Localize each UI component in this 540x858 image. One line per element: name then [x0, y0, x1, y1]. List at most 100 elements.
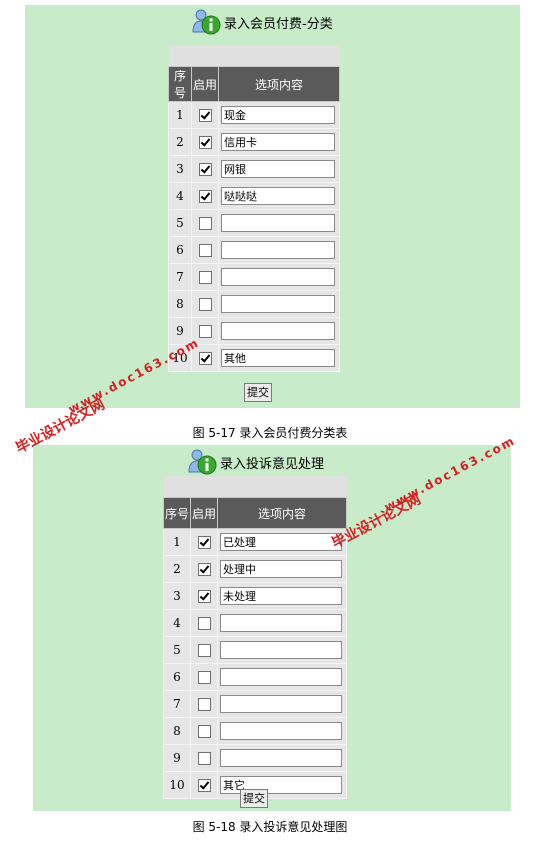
row-number: 3	[163, 582, 191, 610]
row-number: 5	[163, 636, 191, 664]
header-enabled: 启用	[191, 66, 219, 102]
enabled-cell	[191, 209, 219, 237]
enabled-cell	[190, 609, 218, 637]
header-enabled: 启用	[190, 497, 218, 529]
enabled-checkbox[interactable]	[197, 617, 211, 630]
table-row: 3 网银	[168, 155, 340, 183]
enabled-checkbox[interactable]	[197, 590, 211, 603]
header-seq: 序号	[163, 497, 191, 529]
content-cell: 其他	[218, 344, 340, 372]
option-input[interactable]: 现金	[221, 106, 335, 124]
enabled-checkbox[interactable]	[197, 644, 211, 657]
option-input[interactable]: 已处理	[220, 533, 342, 551]
content-cell	[218, 236, 340, 264]
option-input[interactable]	[220, 641, 342, 659]
option-input[interactable]	[221, 268, 335, 286]
enabled-checkbox[interactable]	[198, 217, 212, 230]
options-table: 序号 启用 选项内容 1 现金 2 信用卡 3 网银 4 哒哒哒 5 6 7 8 9 10 其他	[168, 45, 340, 372]
content-cell: 哒哒哒	[218, 182, 340, 210]
enabled-checkbox[interactable]	[198, 271, 212, 284]
option-input[interactable]: 其他	[221, 349, 335, 367]
table-top-bar	[163, 476, 347, 498]
option-input[interactable]	[220, 668, 342, 686]
row-number: 8	[168, 290, 192, 318]
row-number: 1	[168, 101, 192, 129]
table-row: 7	[163, 690, 347, 718]
submit-button[interactable]: 提交	[244, 383, 272, 402]
option-input[interactable]	[221, 214, 335, 232]
enabled-checkbox[interactable]	[198, 190, 212, 203]
form-title: 录入投诉意见处理	[220, 456, 325, 472]
table-row: 4	[163, 609, 347, 637]
figure-caption: 图 5-18 录入投诉意见处理图	[192, 820, 348, 834]
user-info-icon	[186, 448, 218, 476]
enabled-checkbox[interactable]	[198, 109, 212, 122]
enabled-cell	[190, 690, 218, 718]
option-input[interactable]: 处理中	[220, 560, 342, 578]
table-row: 3 未处理	[163, 582, 347, 610]
option-input[interactable]: 信用卡	[221, 133, 335, 151]
header-content: 选项内容	[218, 66, 340, 102]
option-input[interactable]	[220, 722, 342, 740]
table-top-bar	[168, 45, 340, 67]
option-input[interactable]	[221, 295, 335, 313]
row-number: 5	[168, 209, 192, 237]
form-title: 录入会员付费-分类	[224, 16, 333, 32]
option-input[interactable]	[220, 749, 342, 767]
content-cell	[218, 263, 340, 291]
enabled-cell	[191, 182, 219, 210]
enabled-checkbox[interactable]	[198, 298, 212, 311]
form-panel-member-payment: 录入会员付费-分类 序号 启用 选项内容 1 现金 2 信用卡 3 网银 4 哒哒哒 5 6 7 8 9…	[25, 5, 520, 408]
content-cell: 未处理	[217, 582, 347, 610]
row-number: 7	[163, 690, 191, 718]
row-number: 8	[163, 717, 191, 745]
enabled-checkbox[interactable]	[197, 698, 211, 711]
content-cell: 信用卡	[218, 128, 340, 156]
option-input[interactable]: 网银	[221, 160, 335, 178]
table-row: 1 已处理	[163, 528, 347, 556]
enabled-checkbox[interactable]	[197, 779, 211, 792]
enabled-cell	[190, 555, 218, 583]
option-input[interactable]: 其它	[220, 776, 342, 794]
table-row: 5	[168, 209, 340, 237]
content-cell	[217, 690, 347, 718]
table-row: 4 哒哒哒	[168, 182, 340, 210]
row-number: 4	[163, 609, 191, 637]
table-row: 1 现金	[168, 101, 340, 129]
content-cell	[217, 744, 347, 772]
row-number: 4	[168, 182, 192, 210]
enabled-checkbox[interactable]	[197, 725, 211, 738]
enabled-checkbox[interactable]	[197, 671, 211, 684]
enabled-checkbox[interactable]	[198, 325, 212, 338]
enabled-checkbox[interactable]	[198, 352, 212, 365]
header-seq: 序号	[168, 66, 192, 102]
figure-caption: 图 5-17 录入会员付费分类表	[192, 426, 348, 440]
table-row: 5	[163, 636, 347, 664]
submit-button[interactable]: 提交	[240, 789, 268, 808]
content-cell: 其它	[217, 771, 347, 799]
option-input[interactable]	[221, 241, 335, 259]
enabled-checkbox[interactable]	[198, 163, 212, 176]
enabled-cell	[191, 263, 219, 291]
option-input[interactable]	[220, 614, 342, 632]
enabled-checkbox[interactable]	[197, 536, 211, 549]
enabled-cell	[190, 636, 218, 664]
row-number: 6	[163, 663, 191, 691]
enabled-cell	[191, 290, 219, 318]
form-panel-complaint-handling: 录入投诉意见处理 序号 启用 选项内容 1 已处理 2 处理中 3 未处理 4 5 6 7 8 9 10…	[33, 445, 511, 811]
table-row: 8	[168, 290, 340, 318]
enabled-checkbox[interactable]	[197, 563, 211, 576]
option-input[interactable]	[221, 322, 335, 340]
enabled-checkbox[interactable]	[198, 136, 212, 149]
row-number: 2	[168, 128, 192, 156]
table-row: 2 处理中	[163, 555, 347, 583]
content-cell: 网银	[218, 155, 340, 183]
option-input[interactable]: 未处理	[220, 587, 342, 605]
enabled-cell	[190, 582, 218, 610]
header-content: 选项内容	[217, 497, 347, 529]
option-input[interactable]: 哒哒哒	[221, 187, 335, 205]
enabled-checkbox[interactable]	[198, 244, 212, 257]
option-input[interactable]	[220, 695, 342, 713]
enabled-checkbox[interactable]	[197, 752, 211, 765]
row-number: 2	[163, 555, 191, 583]
